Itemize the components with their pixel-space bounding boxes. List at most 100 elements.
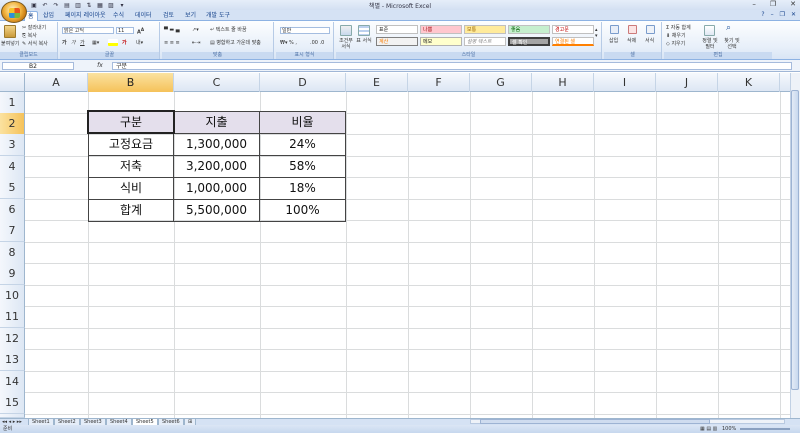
column-header-k[interactable]: K [718, 73, 780, 92]
style-neutral[interactable]: 보통 [464, 25, 506, 34]
format-cells-button[interactable]: 서식 [645, 38, 654, 44]
cell-c2[interactable]: 지출 [174, 112, 260, 134]
row-header-12[interactable]: 12 [0, 328, 25, 350]
column-header-j[interactable]: J [656, 73, 718, 92]
cell-d2[interactable]: 비율 [260, 112, 345, 134]
chart-icon[interactable]: ▨ [107, 2, 115, 9]
align-left-icon[interactable]: ≡ ≡ ≡ [164, 40, 180, 46]
row-header-13[interactable]: 13 [0, 349, 25, 371]
cell-d6[interactable]: 100% [260, 200, 345, 222]
conditional-format-button[interactable]: 조건부 서식 [338, 38, 354, 50]
merge-center-button[interactable]: ▤ 병합하고 가운데 맞춤 [210, 40, 261, 46]
tab-view[interactable]: 보기 [182, 11, 199, 21]
cell-b5[interactable]: 식비 [89, 178, 174, 200]
close-button[interactable]: ✕ [790, 0, 796, 8]
doc-close-button[interactable]: ✕ [791, 11, 796, 18]
customize-icon[interactable]: ▾ [118, 2, 126, 9]
fill-button[interactable]: ⬇ 채우기 [666, 33, 686, 39]
save-icon[interactable]: ▣ [30, 2, 38, 9]
delete-cells-button[interactable]: 삭제 [627, 38, 636, 44]
cell-b6[interactable]: 합계 [89, 200, 174, 222]
select-all-corner[interactable] [0, 73, 25, 92]
view-buttons[interactable]: ▦ ▤ ▥ [700, 425, 717, 433]
cell-c6[interactable]: 5,500,000 [174, 200, 260, 222]
zoom-slider[interactable] [740, 428, 790, 430]
tab-formulas[interactable]: 수식 [110, 11, 127, 21]
orientation-icon[interactable]: ↗▾ [192, 27, 199, 33]
row-header-11[interactable]: 11 [0, 306, 25, 328]
copy-button[interactable]: ⎘ 복사 [22, 33, 37, 39]
column-header-b[interactable]: B [88, 73, 174, 92]
align-top-icon[interactable]: ▀ ▬ ▄ [164, 27, 180, 33]
cell-d4[interactable]: 58% [260, 156, 345, 178]
zoom-level[interactable]: 100% [722, 425, 736, 433]
column-header-f[interactable]: F [408, 73, 470, 92]
row-header-7[interactable]: 7 [0, 220, 25, 242]
doc-minimize-button[interactable]: – [771, 11, 774, 18]
style-note[interactable]: 메모 [420, 37, 462, 46]
column-header-h[interactable]: H [532, 73, 594, 92]
row-header-8[interactable]: 8 [0, 242, 25, 264]
clear-button[interactable]: ◇ 지우기 [666, 41, 685, 47]
currency-icon[interactable]: ₩▾ % , [280, 40, 297, 46]
row-header-2[interactable]: 2 [0, 113, 25, 135]
delete-cells-icon[interactable] [628, 25, 637, 34]
format-painter-button[interactable]: ✎ 서식 복사 [22, 41, 48, 47]
conditional-format-icon[interactable] [340, 25, 352, 36]
preview-icon[interactable]: ▥ [74, 2, 82, 9]
table-icon[interactable]: ▦ [96, 2, 104, 9]
style-calculation[interactable]: 계산 [376, 37, 418, 46]
row-header-5[interactable]: 5 [0, 177, 25, 199]
cut-button[interactable]: ✂ 잘라내기 [22, 25, 46, 31]
binoculars-icon[interactable]: ⌕ [726, 24, 731, 33]
autosum-button[interactable]: Σ 자동 합계 [666, 25, 691, 31]
underline-icon[interactable]: 가 [80, 40, 85, 46]
row-header-6[interactable]: 6 [0, 199, 25, 221]
wrap-text-button[interactable]: ↵ 텍스트 줄 바꿈 [210, 27, 247, 33]
font-size-combo[interactable]: 11 [116, 27, 134, 34]
doc-restore-button[interactable]: ❐ [780, 11, 785, 18]
font-name-combo[interactable]: 맑은 고딕 [62, 27, 114, 34]
fill-color-icon[interactable] [108, 39, 118, 46]
decimal-icon[interactable]: .00 .0 [310, 40, 324, 46]
tab-review[interactable]: 검토 [160, 11, 177, 21]
horizontal-scroll-thumb[interactable] [480, 419, 710, 424]
restore-button[interactable]: ❐ [770, 0, 776, 8]
insert-cells-icon[interactable] [610, 25, 619, 34]
cell-d3[interactable]: 24% [260, 134, 345, 156]
cell-c3[interactable]: 1,300,000 [174, 134, 260, 156]
print-icon[interactable]: ▤ [63, 2, 71, 9]
sort-filter-icon[interactable] [704, 25, 715, 36]
redo-icon[interactable]: ↷ [52, 2, 60, 9]
style-normal[interactable]: 표준 [376, 25, 418, 34]
row-header-4[interactable]: 4 [0, 156, 25, 178]
style-bad[interactable]: 나쁨 [420, 25, 462, 34]
tab-page-layout[interactable]: 페이지 레이아웃 [62, 11, 109, 21]
style-linked-cell[interactable]: 연결된 셀 [552, 37, 594, 46]
row-header-1[interactable]: 1 [0, 92, 25, 114]
paste-icon[interactable] [4, 25, 16, 38]
find-select-button[interactable]: 찾기 및 선택 [722, 38, 742, 50]
font-color-icon[interactable]: 가 [122, 40, 127, 46]
minimize-button[interactable]: – [752, 0, 756, 8]
border-icon[interactable]: ▦▾ [92, 40, 99, 46]
style-check-cell[interactable]: 셀 확인 [508, 37, 550, 46]
column-header-a[interactable]: A [25, 73, 88, 92]
style-warning[interactable]: 경고문 [552, 25, 594, 34]
tab-developer[interactable]: 개발 도구 [203, 11, 233, 21]
cell-b4[interactable]: 저축 [89, 156, 174, 178]
phonetic-icon[interactable]: 내▾ [136, 40, 143, 46]
cell-c4[interactable]: 3,200,000 [174, 156, 260, 178]
help-icon[interactable]: ? [761, 11, 764, 18]
cell-b3[interactable]: 고정요금 [89, 134, 174, 156]
column-header-i[interactable]: I [594, 73, 656, 92]
formula-input[interactable]: 구분 [112, 62, 792, 70]
tab-data[interactable]: 데이터 [132, 11, 155, 21]
grow-font-icon[interactable]: AA [137, 27, 144, 36]
cell-c5[interactable]: 1,000,000 [174, 178, 260, 200]
cell-d5[interactable]: 18% [260, 178, 345, 200]
number-format-combo[interactable]: 일반 [280, 27, 330, 34]
sort-icon[interactable]: ⇅ [85, 2, 93, 9]
column-header-e[interactable]: E [346, 73, 408, 92]
insert-cells-button[interactable]: 삽입 [609, 38, 618, 44]
